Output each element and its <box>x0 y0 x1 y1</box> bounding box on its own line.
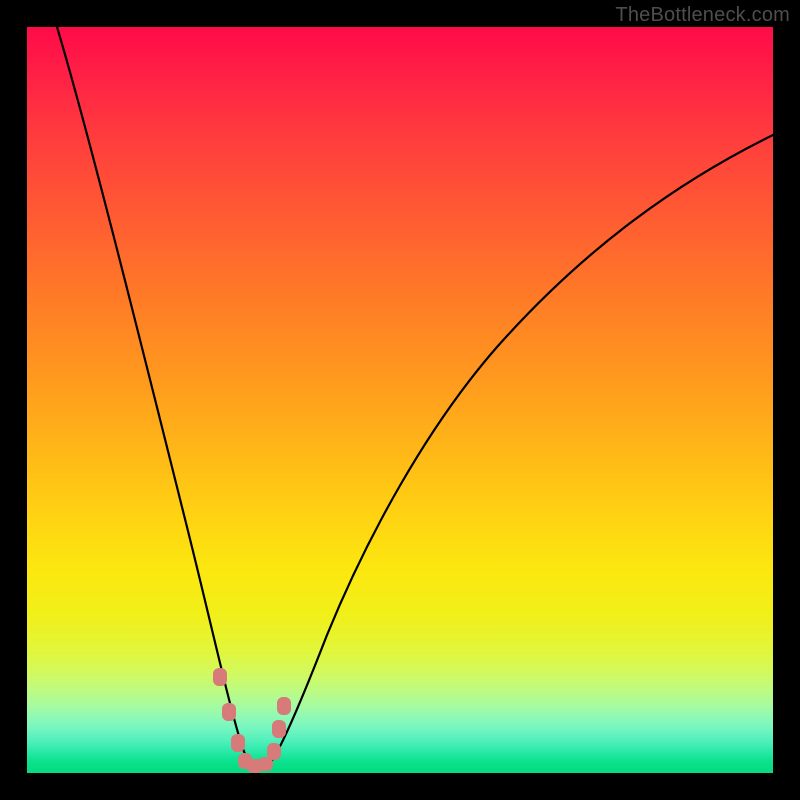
plot-area <box>27 27 773 773</box>
marker-9 <box>277 697 291 715</box>
marker-1 <box>213 668 227 686</box>
marker-3 <box>231 734 245 752</box>
chart-frame: TheBottleneck.com <box>0 0 800 800</box>
curve-layer <box>27 27 773 773</box>
marker-2 <box>222 703 236 721</box>
watermark-text: TheBottleneck.com <box>615 4 790 27</box>
marker-7 <box>267 743 281 760</box>
bottleneck-curve <box>57 27 773 770</box>
curve-markers <box>213 668 291 773</box>
marker-8 <box>272 720 286 738</box>
